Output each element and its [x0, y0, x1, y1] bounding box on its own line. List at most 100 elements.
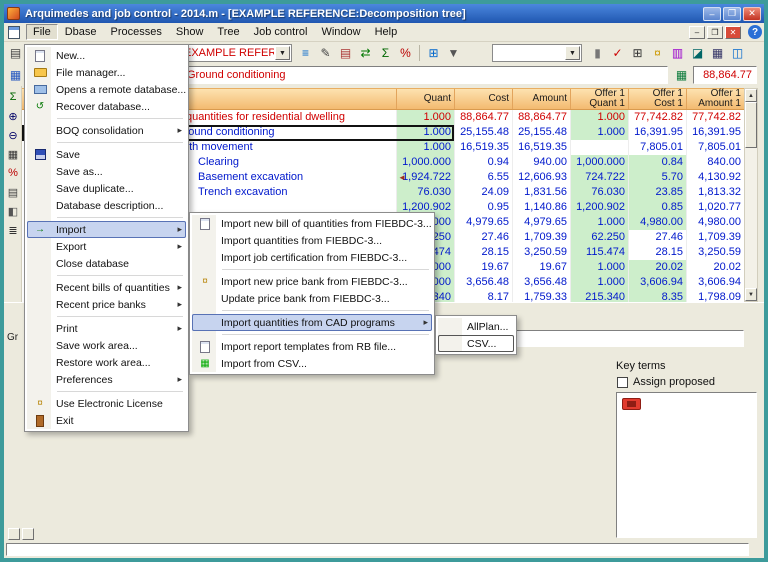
amount-cell[interactable]: 940.00 — [512, 155, 570, 170]
offer-quant-cell[interactable] — [570, 140, 628, 155]
quant-cell[interactable]: 1.000 — [396, 110, 454, 125]
offer-amount-cell[interactable]: 20.02 — [686, 260, 744, 275]
sum-icon[interactable]: Σ — [376, 43, 395, 62]
hierarchy-icon[interactable]: ≡ — [296, 43, 315, 62]
menu-job-control[interactable]: Job control — [247, 24, 315, 40]
menu-item-remote-database[interactable]: Opens a remote database... — [27, 81, 186, 98]
menu-item-update-price-bank-fiebdc[interactable]: Update price bank from FIEBDC-3... — [192, 290, 432, 307]
menu-item-save-work-area[interactable]: Save work area... — [27, 337, 186, 354]
cost-cell[interactable]: 19.67 — [454, 260, 512, 275]
key-terms-list[interactable] — [616, 392, 757, 538]
menu-item-preferences[interactable]: Preferences — [27, 371, 186, 388]
menu-item-import[interactable]: → Import — [27, 221, 186, 238]
chart-icon[interactable]: ◪ — [688, 43, 707, 62]
close-button[interactable]: ✕ — [743, 6, 761, 21]
amount-cell[interactable]: 1,709.39 — [512, 230, 570, 245]
offer-quant-cell[interactable]: 1.000 — [570, 215, 628, 230]
child-close-button[interactable]: ✕ — [725, 25, 741, 39]
cost-cell[interactable]: 16,519.35 — [454, 140, 512, 155]
dropdown-arrow-icon[interactable]: ▼ — [565, 46, 580, 60]
table-vertical-scrollbar[interactable]: ▲ ▼ — [744, 88, 758, 302]
menu-item-restore-work-area[interactable]: Restore work area... — [27, 354, 186, 371]
menu-item-import-new-boq-fiebdc[interactable]: Import new bill of quantities from FIEBD… — [192, 215, 432, 232]
offer-amount-cell[interactable]: 1,798.09 — [686, 290, 744, 302]
offer-quant-cell[interactable]: 724.722 — [570, 170, 628, 185]
sort-sum-icon[interactable]: Σ — [5, 89, 21, 105]
offer-quant-cell[interactable]: 1,200.902 — [570, 200, 628, 215]
offer-quant-cell[interactable]: 115.474 — [570, 245, 628, 260]
cost-cell[interactable]: 0.94 — [454, 155, 512, 170]
menu-item-exit[interactable]: Exit — [27, 412, 186, 429]
amount-cell[interactable]: 4,979.65 — [512, 215, 570, 230]
scrollbar-thumb[interactable] — [745, 102, 757, 148]
amount-cell[interactable]: 3,656.48 — [512, 275, 570, 290]
cost-cell[interactable]: 4,979.65 — [454, 215, 512, 230]
percent-side-icon[interactable]: % — [5, 165, 21, 181]
offer-amount-cell[interactable]: 77,742.82 — [686, 110, 744, 125]
menu-item-database-description[interactable]: Database description... — [27, 197, 186, 214]
menu-window[interactable]: Window — [314, 24, 367, 40]
amount-cell[interactable]: 19.67 — [512, 260, 570, 275]
offer-cost-cell[interactable]: 28.15 — [628, 245, 686, 260]
offer-amount-cell[interactable]: 7,805.01 — [686, 140, 744, 155]
menu-item-recent-price-banks[interactable]: Recent price banks — [27, 296, 186, 313]
offer-cost-cell[interactable]: 16,391.95 — [628, 125, 686, 140]
menu-dbase[interactable]: Dbase — [58, 24, 104, 40]
offer-amount-cell[interactable]: 1,709.39 — [686, 230, 744, 245]
amount-cell[interactable]: 1,140.86 — [512, 200, 570, 215]
scroll-down-icon[interactable]: ▼ — [745, 288, 757, 301]
lock-icon[interactable]: ◧ — [5, 203, 21, 219]
cost-cell[interactable]: 8.17 — [454, 290, 512, 302]
key-term-tag-icon[interactable] — [622, 398, 641, 410]
offer-cost-cell[interactable]: 4,980.00 — [628, 215, 686, 230]
grid-plus-icon[interactable]: ⊞ — [424, 43, 443, 62]
menu-item-save-as[interactable]: Save as... — [27, 163, 186, 180]
menu-item-recent-bills[interactable]: Recent bills of quantities — [27, 279, 186, 296]
offer-cost-cell[interactable]: 77,742.82 — [628, 110, 686, 125]
offer-amount-cell[interactable]: 1,813.32 — [686, 185, 744, 200]
offer-quant-cell[interactable]: 76.030 — [570, 185, 628, 200]
menu-show[interactable]: Show — [169, 24, 211, 40]
child-restore-button[interactable]: ❐ — [707, 25, 723, 39]
offer-quant-cell[interactable]: 1.000 — [570, 260, 628, 275]
quant-cell[interactable]: 1,000.000 — [396, 155, 454, 170]
minimize-button[interactable]: – — [703, 6, 721, 21]
cost-cell[interactable]: 0.95 — [454, 200, 512, 215]
bottom-tab-2[interactable] — [22, 528, 34, 540]
menu-item-import-quantities-fiebdc[interactable]: Import quantities from FIEBDC-3... — [192, 232, 432, 249]
bottom-tab-1[interactable] — [8, 528, 20, 540]
offer-quant-cell[interactable]: 62.250 — [570, 230, 628, 245]
menu-processes[interactable]: Processes — [104, 24, 169, 40]
cost-cell[interactable]: 28.15 — [454, 245, 512, 260]
menu-help[interactable]: Help — [368, 24, 405, 40]
title-bar[interactable]: Arquimedes and job control - 2014.m - [E… — [4, 4, 764, 23]
selector-combo[interactable]: ▼ — [492, 44, 582, 62]
quant-cell[interactable]: 1.000 — [396, 140, 454, 155]
offer-cost-cell[interactable]: 3,606.94 — [628, 275, 686, 290]
scroll-up-icon[interactable]: ▲ — [745, 89, 757, 102]
offer-cost-cell[interactable]: 20.02 — [628, 260, 686, 275]
cost-cell[interactable]: 88,864.77 — [454, 110, 512, 125]
offer-cost-cell[interactable]: 23.85 — [628, 185, 686, 200]
menu-tree[interactable]: Tree — [210, 24, 246, 40]
check-icon[interactable]: ✓ — [608, 43, 627, 62]
offer-quant-cell[interactable]: 1.000 — [570, 275, 628, 290]
quant-cell[interactable]: ◄ 1,924.722 — [396, 170, 454, 185]
amount-cell[interactable]: 1,831.56 — [512, 185, 570, 200]
offer-amount-cell[interactable]: 3,250.59 — [686, 245, 744, 260]
menu-item-file-manager[interactable]: File manager... — [27, 64, 186, 81]
amount-cell[interactable]: 25,155.48 — [512, 125, 570, 140]
maximize-button[interactable]: ❐ — [723, 6, 741, 21]
cost-cell[interactable]: 6.55 — [454, 170, 512, 185]
menu-item-save[interactable]: Save — [27, 146, 186, 163]
zoom-out-icon[interactable]: ⊖ — [5, 127, 21, 143]
offer-cost-cell[interactable]: 8.35 — [628, 290, 686, 302]
child-minimize-button[interactable]: – — [689, 25, 705, 39]
offer-cost-cell[interactable]: 5.70 — [628, 170, 686, 185]
menu-item-allplan[interactable]: AllPlan... — [438, 318, 514, 335]
reference-combo[interactable]: EXAMPLE REFERENCE ▼ — [180, 44, 292, 62]
amount-cell[interactable]: 3,250.59 — [512, 245, 570, 260]
book-icon[interactable]: ▥ — [668, 43, 687, 62]
menu-item-electronic-license[interactable]: ¤ Use Electronic License — [27, 395, 186, 412]
cost-cell[interactable]: 27.46 — [454, 230, 512, 245]
